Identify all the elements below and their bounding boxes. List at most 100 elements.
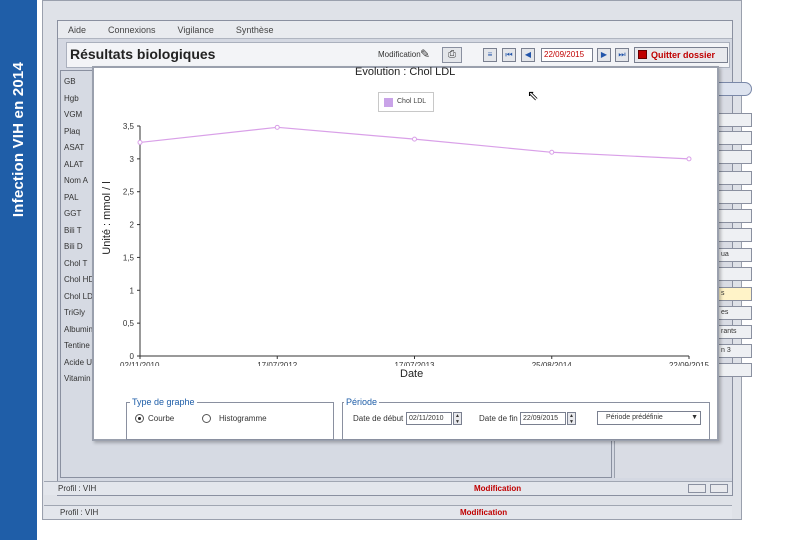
y-tick-label: 3,5 — [123, 122, 135, 131]
page-title: Résultats biologiques — [70, 46, 216, 62]
pen-icon[interactable]: ✎ — [420, 47, 434, 61]
lab-item[interactable]: Hgb — [64, 91, 94, 108]
quit-icon — [638, 50, 647, 59]
lab-item[interactable]: TriGly — [64, 305, 94, 322]
list-icon: ≡ — [487, 50, 493, 59]
printer-icon: ⎙ — [448, 49, 456, 60]
right-button[interactable] — [718, 171, 752, 185]
data-point — [274, 124, 280, 130]
chevron-down-icon: ▼ — [691, 414, 698, 421]
right-button[interactable] — [718, 113, 752, 127]
menu-item-aide[interactable]: Aide — [68, 25, 86, 35]
right-button-active[interactable]: s — [718, 287, 752, 301]
status-mode: Modification — [474, 484, 522, 493]
graph-type-title: Type de graphe — [130, 397, 197, 407]
lab-item[interactable]: Chol T — [64, 256, 94, 273]
record-date-field[interactable]: 22/09/2015 — [541, 48, 593, 62]
last-icon: ⏭ — [618, 50, 626, 59]
lab-item[interactable]: VGM — [64, 107, 94, 124]
print-button[interactable]: ⎙ — [442, 47, 462, 63]
previous-icon: ◀ — [524, 50, 532, 59]
first-record-button[interactable]: ⏮ — [502, 48, 516, 62]
start-date-spinner[interactable]: ▲ ▼ — [453, 412, 462, 425]
right-button[interactable]: n 3 — [718, 344, 752, 358]
lab-item[interactable]: Albumin — [64, 322, 94, 339]
x-tick-label: 17/07/2013 — [394, 361, 435, 366]
next-record-button[interactable]: ▶ — [597, 48, 611, 62]
chart-series — [137, 124, 692, 162]
lab-test-list: GB Hgb VGM Plaq ASAT ALAT Nom A PAL GGT … — [64, 74, 94, 388]
lab-item[interactable]: GB — [64, 74, 94, 91]
lab-item[interactable]: ASAT — [64, 140, 94, 157]
y-tick-label: 1,5 — [123, 253, 135, 262]
x-tick-label: 17/07/2012 — [257, 361, 298, 366]
right-button[interactable]: es — [718, 306, 752, 320]
previous-record-button[interactable]: ◀ — [521, 48, 535, 62]
end-date-input[interactable]: 22/09/2015 — [520, 412, 566, 425]
line-chart: 0 0,5 1 1,5 2 2,5 3 3,5 02/11/2010 17/07/2012 17/0… — [120, 122, 710, 366]
lab-item[interactable]: Acide U — [64, 355, 94, 372]
side-band-text: Infection VIH en 2014 — [10, 62, 27, 218]
next-icon: ▶ — [600, 50, 608, 59]
right-button[interactable] — [718, 363, 752, 377]
right-button[interactable] — [718, 131, 752, 145]
status-profile: Profil : VIH — [58, 484, 97, 493]
status-profile: Profil : VIH — [60, 508, 99, 517]
end-date-label: Date de fin — [479, 414, 518, 423]
y-tick-label: 1 — [130, 286, 135, 295]
period-preset-select[interactable]: Période prédéfinie ▼ — [597, 411, 701, 425]
status-button[interactable] — [688, 484, 706, 493]
menu-item-connexions[interactable]: Connexions — [108, 25, 156, 35]
side-band: Infection VIH en 2014 — [0, 0, 37, 540]
right-button[interactable] — [718, 190, 752, 204]
menu-bar: Aide Connexions Vigilance Synthèse — [58, 21, 732, 39]
x-tick-label: 02/11/2010 — [120, 361, 160, 366]
end-date-spinner[interactable]: ▲ ▼ — [567, 412, 576, 425]
lab-item[interactable]: GGT — [64, 206, 94, 223]
data-point — [549, 149, 555, 155]
y-tick-label: 3 — [130, 155, 135, 164]
lab-item[interactable]: Tentine — [64, 338, 94, 355]
lab-item[interactable]: Chol LD — [64, 289, 94, 306]
lab-item[interactable]: Bili D — [64, 239, 94, 256]
quit-file-button[interactable]: Quitter dossier — [634, 47, 728, 63]
lab-item[interactable]: Nom A — [64, 173, 94, 190]
radio-courbe[interactable] — [135, 414, 144, 423]
data-point — [137, 139, 143, 145]
lab-item[interactable]: Chol HD — [64, 272, 94, 289]
lab-item[interactable]: ALAT — [64, 157, 94, 174]
y-tick-label: 2 — [130, 221, 135, 230]
chart-axes — [139, 126, 689, 357]
right-button[interactable] — [718, 150, 752, 164]
series-line — [139, 126, 690, 160]
data-point — [686, 156, 692, 162]
status-mode: Modification — [460, 508, 508, 517]
right-button[interactable] — [718, 267, 752, 281]
right-button[interactable]: rants — [718, 325, 752, 339]
quit-file-label: Quitter dossier — [651, 50, 716, 60]
right-button[interactable] — [718, 228, 752, 242]
data-point — [412, 136, 417, 142]
start-date-input[interactable]: 02/11/2010 — [406, 412, 452, 425]
status-button[interactable] — [710, 484, 728, 493]
lab-item[interactable]: Vitamin — [64, 371, 94, 388]
start-date-label: Date de début — [353, 414, 404, 423]
menu-item-synthese[interactable]: Synthèse — [236, 25, 274, 35]
record-list-button[interactable]: ≡ — [483, 48, 497, 62]
lab-item[interactable]: Plaq — [64, 124, 94, 141]
lab-item[interactable]: Bili T — [64, 223, 94, 240]
y-tick-label: 2,5 — [123, 188, 135, 197]
last-record-button[interactable]: ⏭ — [615, 48, 629, 62]
y-axis-label: Unité : mmol / l — [101, 181, 113, 255]
radio-histogramme[interactable] — [202, 414, 211, 423]
x-tick-label: 25/08/2014 — [532, 361, 573, 366]
right-button[interactable] — [718, 209, 752, 223]
status-bar: Profil : VIH Modification — [44, 481, 732, 495]
period-title: Période — [344, 397, 380, 407]
right-button[interactable]: ua — [718, 248, 752, 262]
menu-item-vigilance[interactable]: Vigilance — [178, 25, 214, 35]
y-tick-label: 0,5 — [123, 319, 135, 328]
radio-courbe-label: Courbe — [148, 414, 175, 423]
first-icon: ⏮ — [505, 50, 513, 59]
lab-item[interactable]: PAL — [64, 190, 94, 207]
